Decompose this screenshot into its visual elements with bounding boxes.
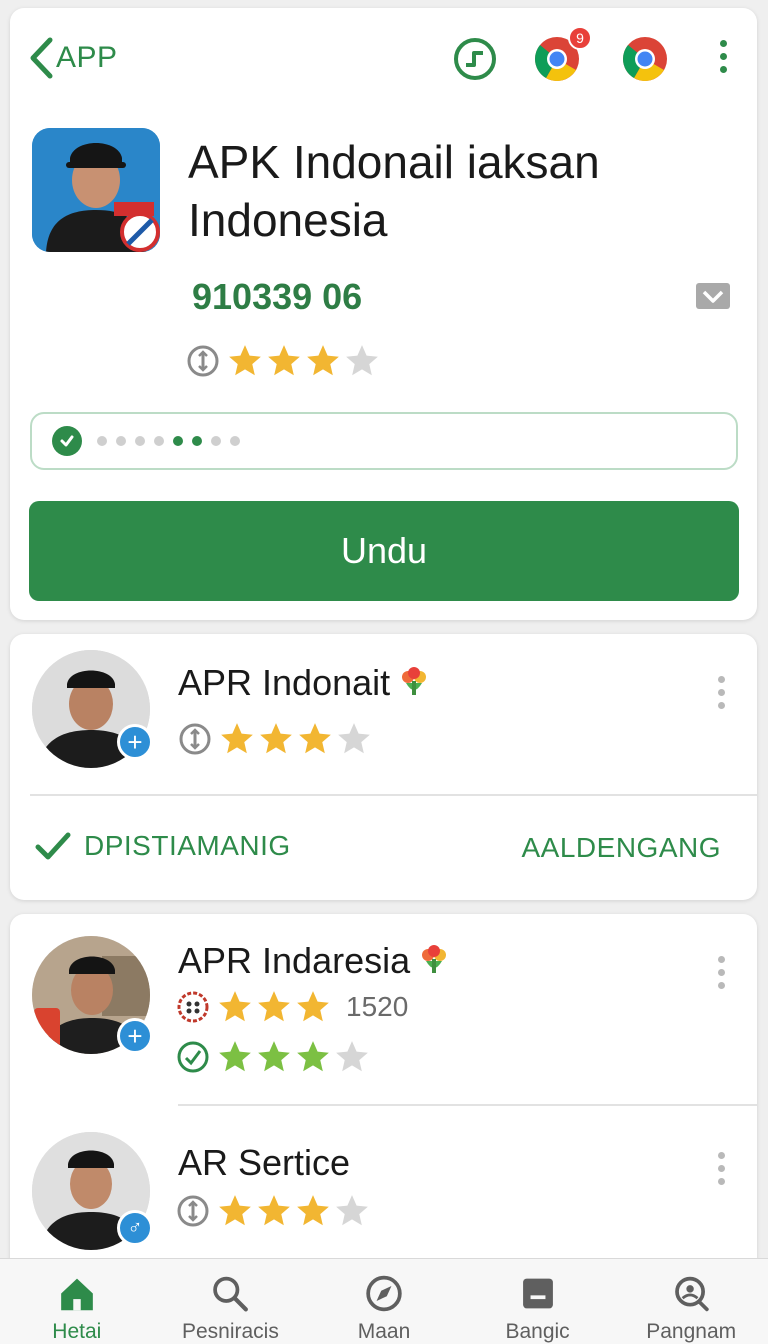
flower-icon [402,667,427,695]
nav-item-account[interactable]: Pangnam [614,1259,768,1344]
item-rating: 1520 [176,988,408,1026]
progress-dot [192,436,202,446]
star-filled-icon [219,1195,251,1226]
app-icon [32,128,160,252]
star-empty-icon [336,1195,368,1226]
star-empty-icon [338,723,370,754]
star-filled-icon [297,991,329,1022]
progress-dot [211,436,221,446]
app-list-card: + APR Indaresia 1520 ♂ AR Sertice [10,914,757,1274]
install-progress [30,412,738,470]
nav-item-home[interactable]: Hetai [0,1259,154,1344]
item-title: APR Indonait [178,662,430,704]
check-icon [35,832,71,860]
star-empty-icon [336,1041,368,1072]
app-header-card: APP 9 APK Indonail iaksan Indonesia 9103… [10,8,757,620]
overflow-menu-icon[interactable] [713,40,733,73]
info-icon [179,723,211,755]
chrome-notification-icon[interactable]: 9 [532,26,592,84]
item-menu-icon[interactable] [711,956,731,989]
item-title: AR Sertice [178,1142,351,1183]
compass-icon [366,1275,402,1312]
star-filled-icon [297,1041,329,1072]
collapse-icon[interactable] [696,283,730,309]
progress-dot [97,436,107,446]
add-icon[interactable]: + [117,724,153,760]
star-filled-icon [297,1195,329,1226]
star-filled-icon [258,1195,290,1226]
star-filled-icon [258,991,290,1022]
nav-item-search[interactable]: Pesniracis [154,1259,308,1344]
star-filled-icon [229,345,261,376]
star-empty-icon [346,345,378,376]
notification-badge: 9 [568,26,592,50]
item-rating [176,1192,371,1230]
flower-icon [422,945,447,973]
chrome-icon[interactable] [620,34,670,84]
divider [30,794,757,796]
chevron-left-icon [30,37,53,79]
progress-dot [154,436,164,446]
rating-count: 1520 [346,991,409,1022]
star-filled-icon [221,723,253,754]
item-rating [178,720,373,758]
verified-icon [177,1041,209,1073]
progress-dot [173,436,183,446]
progress-dot [116,436,126,446]
download-button[interactable]: Undu [29,501,739,601]
star-filled-icon [268,345,300,376]
nav-item-explore[interactable]: Maan [307,1259,461,1344]
search-icon [213,1276,249,1312]
info-icon [177,1195,209,1227]
secondary-action[interactable]: AALDENGANG [522,832,722,864]
star-filled-icon [307,345,339,376]
item-menu-icon[interactable] [711,1152,731,1185]
inbox-icon [522,1278,553,1309]
badge-icon [177,991,209,1023]
star-filled-icon [299,723,331,754]
primary-action[interactable]: DPISTIAMANIG [34,830,291,862]
back-label: APP [56,41,118,74]
publisher-card: + APR Indonait DPISTIAMANIG AALDENGANG [10,634,757,900]
item-menu-icon[interactable] [711,676,731,709]
star-filled-icon [260,723,292,754]
gender-icon[interactable]: ♂ [117,1210,153,1246]
account-search-icon [675,1276,709,1312]
check-icon [52,426,82,456]
star-filled-icon [219,1041,251,1072]
stats-icon[interactable] [450,34,500,84]
item-secondary-rating [176,1038,371,1076]
app-title: APK Indonail iaksan Indonesia [188,136,600,246]
progress-dot [135,436,145,446]
star-filled-icon [258,1041,290,1072]
nav-item-inbox[interactable]: Bangic [461,1259,615,1344]
star-filled-icon [219,991,251,1022]
add-icon[interactable]: + [117,1018,153,1054]
app-version-code: 910339 06 [192,276,363,317]
back-button[interactable]: APP [28,36,118,80]
info-icon [187,345,219,377]
item-title: APR Indaresia [178,940,450,982]
home-icon [60,1278,93,1311]
app-rating [186,342,381,380]
progress-dot [230,436,240,446]
divider [178,1104,757,1106]
bottom-navigation: Hetai Pesniracis Maan Bangic Pangnam [0,1258,768,1344]
